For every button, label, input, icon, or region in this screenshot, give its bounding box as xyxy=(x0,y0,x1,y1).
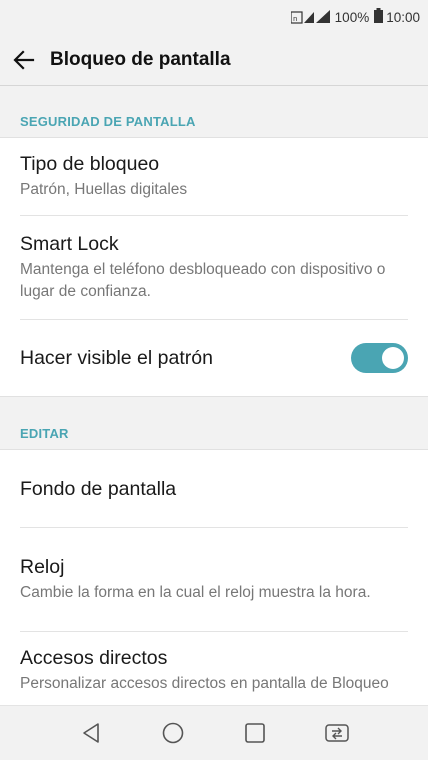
setting-title: Smart Lock xyxy=(20,233,119,255)
triangle-back-icon xyxy=(83,723,99,743)
nav-home-button[interactable] xyxy=(132,706,214,760)
setting-wallpaper[interactable]: Fondo de pantalla xyxy=(20,450,408,528)
switch-windows-icon xyxy=(325,724,349,742)
nav-dual-window-button[interactable] xyxy=(296,706,378,760)
battery-percent: 100% xyxy=(334,9,370,25)
setting-title: Reloj xyxy=(20,556,65,578)
square-recents-icon xyxy=(245,723,265,743)
svg-text:n: n xyxy=(293,15,297,23)
setting-title: Accesos directos xyxy=(20,647,168,669)
setting-title: Hacer visible el patrón xyxy=(20,347,213,369)
setting-smart-lock[interactable]: Smart Lock Mantenga el teléfono desbloqu… xyxy=(20,216,408,320)
page-title: Bloqueo de pantalla xyxy=(50,48,231,70)
setting-subtitle: Mantenga el teléfono desbloqueado con di… xyxy=(20,261,386,300)
toggle-knob xyxy=(382,347,404,369)
status-time: 10:00 xyxy=(386,9,420,25)
setting-visible-pattern[interactable]: Hacer visible el patrón xyxy=(20,320,408,396)
section-header-security: SEGURIDAD DE PANTALLA xyxy=(0,86,428,138)
app-bar: Bloqueo de pantalla xyxy=(0,34,428,86)
setting-title: Fondo de pantalla xyxy=(20,477,177,500)
back-arrow-icon xyxy=(13,49,35,70)
navigation-bar xyxy=(0,706,428,760)
setting-subtitle: Patrón, Huellas digitales xyxy=(20,181,188,198)
setting-clock[interactable]: Reloj Cambie la forma en la cual el relo… xyxy=(20,528,408,632)
status-bar: n 100% 10:00 xyxy=(0,0,428,34)
circle-home-icon xyxy=(162,722,184,744)
section-header-edit: EDITAR xyxy=(0,396,428,450)
battery-icon xyxy=(374,8,384,26)
back-button[interactable] xyxy=(0,34,48,86)
setting-subtitle: Personalizar accesos directos en pantall… xyxy=(20,675,389,692)
setting-title: Tipo de bloqueo xyxy=(20,153,160,175)
signal-icon: n xyxy=(290,9,331,25)
setting-subtitle: Cambie la forma en la cual el reloj mues… xyxy=(20,584,371,601)
nav-recents-button[interactable] xyxy=(214,706,296,760)
visible-pattern-toggle[interactable] xyxy=(351,343,408,373)
nav-back-button[interactable] xyxy=(50,706,132,760)
setting-lock-type[interactable]: Tipo de bloqueo Patrón, Huellas digitale… xyxy=(20,138,408,216)
